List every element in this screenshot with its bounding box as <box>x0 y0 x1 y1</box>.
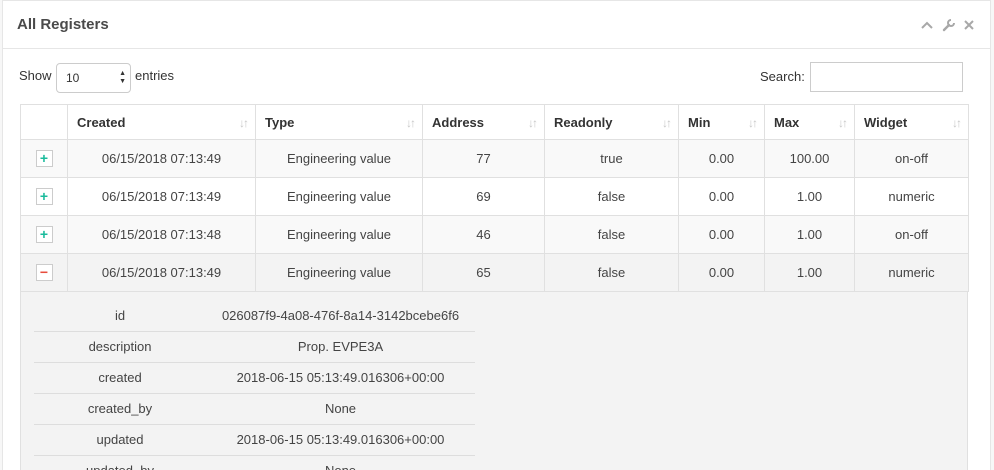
row-detail-panel: id 026087f9-4a08-476f-8a14-3142bcebe6f6 d… <box>20 292 968 470</box>
column-header-max[interactable]: Max ↓↑ <box>764 104 855 140</box>
cell-min: 0.00 <box>678 139 765 178</box>
row-control-cell: + <box>20 177 68 216</box>
panel-header: All Registers <box>3 1 990 49</box>
column-label: Type <box>265 114 295 130</box>
row-control-cell: + <box>20 139 68 178</box>
search-input[interactable] <box>810 62 963 92</box>
column-header-min[interactable]: Min ↓↑ <box>678 104 765 140</box>
detail-key: id <box>34 300 206 332</box>
detail-value: Prop. EVPE3A <box>206 331 475 363</box>
entries-length-select[interactable]: 10 ▲ ▼ <box>56 63 131 93</box>
expand-row-icon[interactable]: + <box>35 150 53 168</box>
cell-min: 0.00 <box>678 215 765 254</box>
table-header-row: Created ↓↑ Type ↓↑ Address ↓↑ Readonly ↓↑ Mi… <box>20 104 969 140</box>
cell-readonly: false <box>544 177 679 216</box>
cell-created: 06/15/2018 07:13:48 <box>67 215 256 254</box>
cell-max: 1.00 <box>764 253 855 292</box>
row-control-cell: − <box>20 253 68 292</box>
column-header-readonly[interactable]: Readonly ↓↑ <box>544 104 679 140</box>
detail-value: 2018-06-15 05:13:49.016306+00:00 <box>206 424 475 456</box>
registers-table: Created ↓↑ Type ↓↑ Address ↓↑ Readonly ↓↑ Mi… <box>20 104 969 292</box>
sort-icon: ↓↑ <box>838 116 848 130</box>
search-label: Search: <box>760 69 805 84</box>
cell-created: 06/15/2018 07:13:49 <box>67 177 256 216</box>
detail-row: id 026087f9-4a08-476f-8a14-3142bcebe6f6 <box>34 300 475 332</box>
table-toolbar: Show 10 ▲ ▼ entries Search: <box>0 48 994 104</box>
column-label: Widget <box>864 114 908 130</box>
cell-created: 06/15/2018 07:13:49 <box>67 139 256 178</box>
expand-row-icon[interactable]: + <box>35 226 53 244</box>
detail-value: None <box>206 393 475 425</box>
column-header-control <box>20 104 68 140</box>
column-label: Created <box>77 114 126 130</box>
detail-value: 2018-06-15 05:13:49.016306+00:00 <box>206 362 475 394</box>
cell-type: Engineering value <box>255 139 423 178</box>
detail-row: description Prop. EVPE3A <box>34 331 475 363</box>
detail-row: updated 2018-06-15 05:13:49.016306+00:00 <box>34 424 475 456</box>
detail-value: 026087f9-4a08-476f-8a14-3142bcebe6f6 <box>206 300 475 332</box>
detail-key: description <box>34 331 206 363</box>
select-arrows-icon: ▲ ▼ <box>119 70 126 85</box>
detail-value: None <box>206 455 475 470</box>
cell-address: 69 <box>422 177 545 216</box>
table-row-expanded: − 06/15/2018 07:13:49 Engineering value … <box>20 253 969 292</box>
cell-type: Engineering value <box>255 177 423 216</box>
column-label: Max <box>774 114 800 130</box>
sort-icon: ↓↑ <box>239 116 249 130</box>
table-row: + 06/15/2018 07:13:49 Engineering value … <box>20 177 969 216</box>
cell-widget: numeric <box>854 253 969 292</box>
cell-address: 46 <box>422 215 545 254</box>
sort-icon: ↓↑ <box>406 116 416 130</box>
detail-row: created_by None <box>34 393 475 425</box>
column-header-address[interactable]: Address ↓↑ <box>422 104 545 140</box>
show-label: Show <box>19 68 52 83</box>
close-icon[interactable] <box>962 18 976 32</box>
detail-key: created <box>34 362 206 394</box>
panel-tools <box>920 18 976 32</box>
cell-min: 0.00 <box>678 253 765 292</box>
cell-readonly: true <box>544 139 679 178</box>
row-control-cell: + <box>20 215 68 254</box>
cell-type: Engineering value <box>255 253 423 292</box>
cell-max: 1.00 <box>764 215 855 254</box>
cell-readonly: false <box>544 215 679 254</box>
cell-max: 1.00 <box>764 177 855 216</box>
column-header-created[interactable]: Created ↓↑ <box>67 104 256 140</box>
detail-row: created 2018-06-15 05:13:49.016306+00:00 <box>34 362 475 394</box>
cell-widget: numeric <box>854 177 969 216</box>
column-header-type[interactable]: Type ↓↑ <box>255 104 423 140</box>
table-row: + 06/15/2018 07:13:49 Engineering value … <box>20 139 969 178</box>
sort-icon: ↓↑ <box>748 116 758 130</box>
detail-key: created_by <box>34 393 206 425</box>
cell-widget: on-off <box>854 215 969 254</box>
cell-readonly: false <box>544 253 679 292</box>
entries-length-value: 10 <box>66 71 80 85</box>
detail-row: updated_byNone <box>34 455 475 470</box>
chevron-up-icon[interactable] <box>920 18 934 32</box>
expand-row-icon[interactable]: + <box>35 188 53 206</box>
collapse-row-icon[interactable]: − <box>35 264 53 282</box>
sort-icon: ↓↑ <box>528 116 538 130</box>
entries-label: entries <box>135 68 175 83</box>
row-detail-table: id 026087f9-4a08-476f-8a14-3142bcebe6f6 d… <box>34 300 475 470</box>
table-row: + 06/15/2018 07:13:48 Engineering value … <box>20 215 969 254</box>
cell-created: 06/15/2018 07:13:49 <box>67 253 256 292</box>
detail-key: updated_by <box>34 455 206 470</box>
cell-address: 77 <box>422 139 545 178</box>
panel-title: All Registers <box>17 16 109 33</box>
cell-address: 65 <box>422 253 545 292</box>
detail-key: updated <box>34 424 206 456</box>
cell-type: Engineering value <box>255 215 423 254</box>
wrench-icon[interactable] <box>941 18 955 32</box>
column-label: Min <box>688 114 711 130</box>
sort-icon: ↓↑ <box>662 116 672 130</box>
column-label: Readonly <box>554 114 613 130</box>
sort-icon: ↓↑ <box>952 116 962 130</box>
cell-max: 100.00 <box>764 139 855 178</box>
cell-widget: on-off <box>854 139 969 178</box>
column-label: Address <box>432 114 485 130</box>
cell-min: 0.00 <box>678 177 765 216</box>
column-header-widget[interactable]: Widget ↓↑ <box>854 104 969 140</box>
